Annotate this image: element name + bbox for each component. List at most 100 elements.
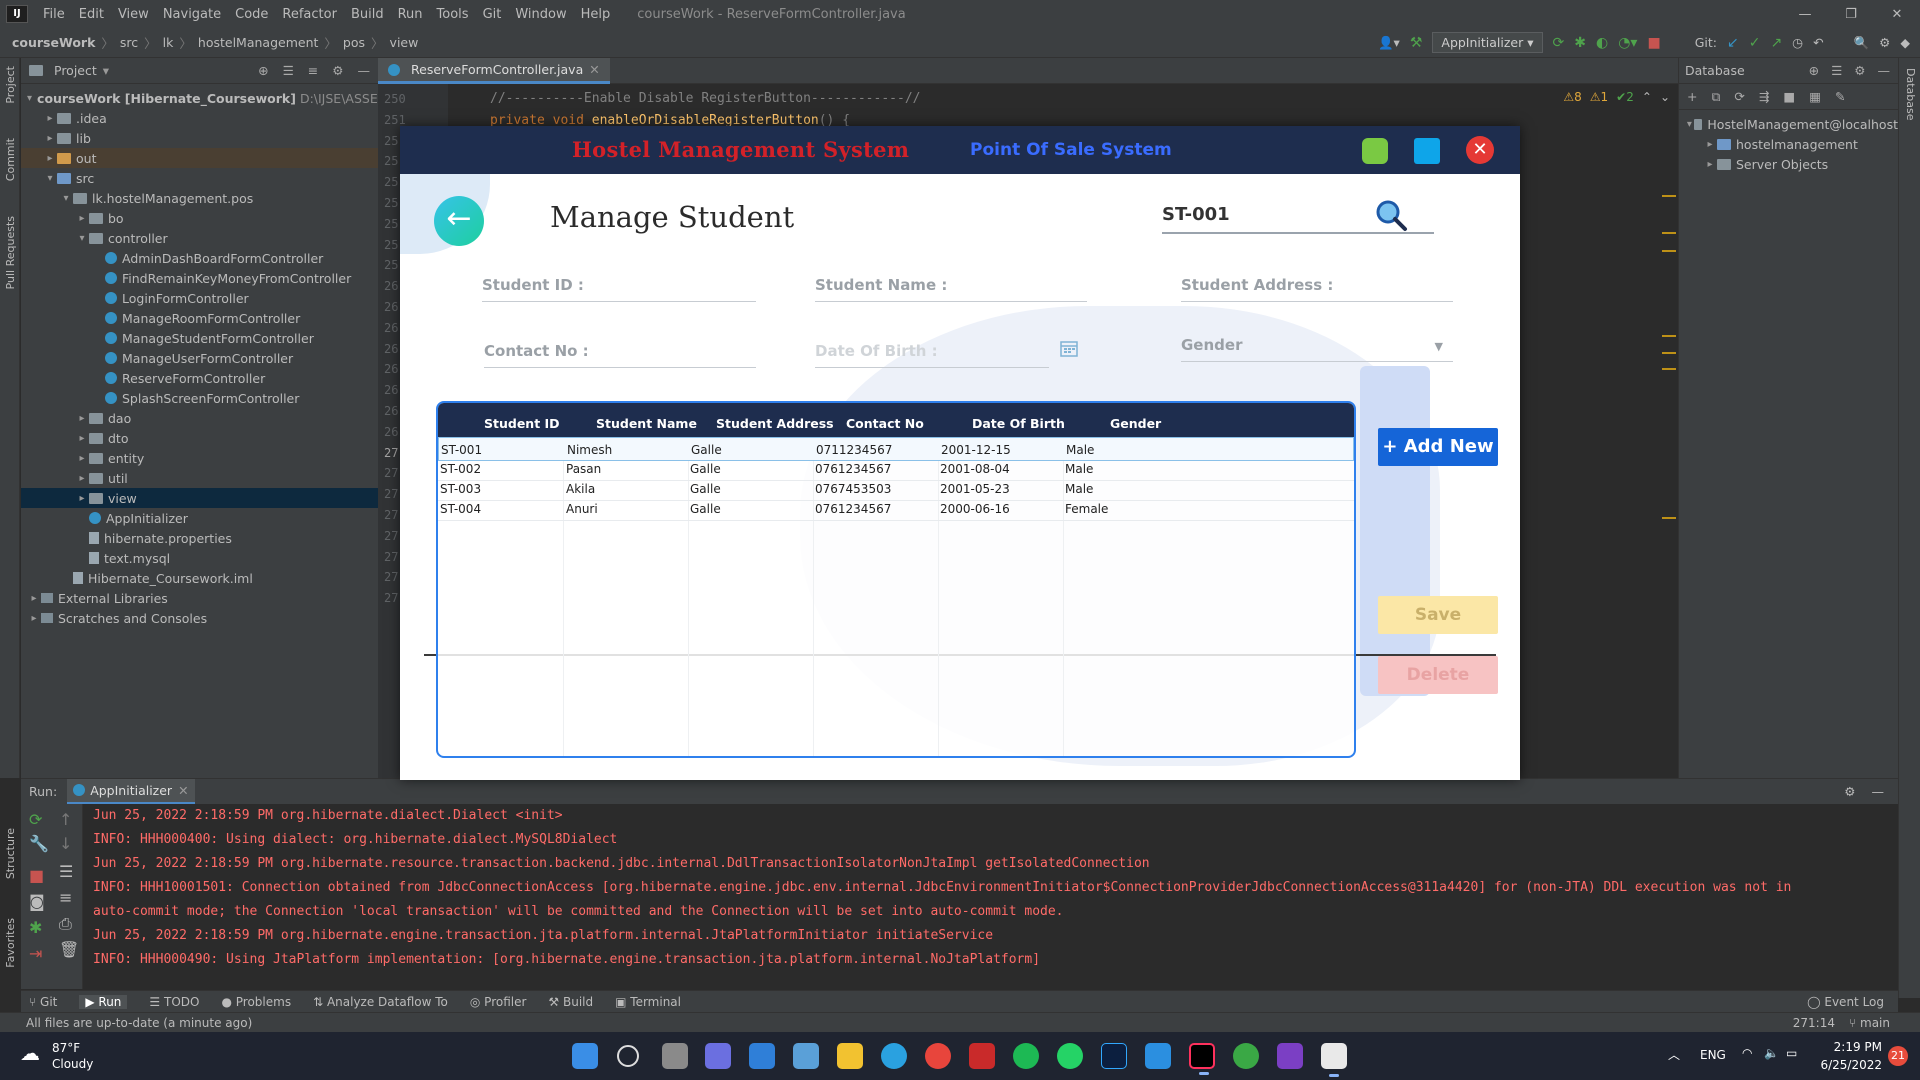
tree-item[interactable]: LoginFormController bbox=[21, 288, 378, 308]
stripe-commit-tab[interactable]: Commit bbox=[4, 138, 17, 181]
menu-refactor[interactable]: Refactor bbox=[275, 7, 344, 22]
contact-no-field[interactable]: Contact No : bbox=[484, 336, 756, 368]
expand-arrow-icon[interactable]: ▾ bbox=[27, 93, 32, 104]
student-id-field[interactable]: Student ID : bbox=[482, 270, 756, 302]
db-edit-icon[interactable]: ✎ bbox=[1835, 89, 1845, 104]
tree-item[interactable]: ▸ Scratches and Consoles bbox=[21, 608, 378, 628]
git-history-icon[interactable]: ◷ bbox=[1792, 35, 1803, 50]
expand-arrow-icon[interactable]: ▸ bbox=[43, 133, 57, 144]
tree-item[interactable]: ManageRoomFormController bbox=[21, 308, 378, 328]
stop-run-icon[interactable]: ■ bbox=[29, 866, 44, 885]
column-header[interactable]: Date Of Birth bbox=[972, 416, 1065, 431]
date-of-birth-field[interactable]: Date Of Birth : bbox=[815, 336, 1049, 368]
scroll-down-icon[interactable]: ↓ bbox=[59, 834, 72, 853]
scroll-up-icon[interactable]: ↑ bbox=[59, 810, 72, 829]
photos-icon[interactable] bbox=[793, 1043, 819, 1069]
table-row[interactable]: ST-004 Anuri Galle 0761234567 2000-06-16 Fema… bbox=[438, 497, 1354, 521]
user-icon[interactable]: 👤▾ bbox=[1378, 35, 1400, 51]
hide-panel-icon[interactable]: — bbox=[358, 63, 371, 78]
console-output[interactable]: Jun 25, 2022 2:18:59 PM org.hibernate.di… bbox=[83, 804, 1898, 989]
close-icon[interactable]: ✕ bbox=[1874, 7, 1920, 22]
tree-item[interactable]: ManageUserFormController bbox=[21, 348, 378, 368]
print-icon[interactable]: ⎙ bbox=[59, 914, 72, 934]
tool-tab-problems[interactable]: ● Problems bbox=[221, 995, 291, 1009]
build-hammer-icon[interactable]: ⚒ bbox=[1410, 35, 1423, 51]
column-header[interactable]: Contact No bbox=[846, 416, 924, 431]
expand-arrow-icon[interactable]: ▸ bbox=[1703, 159, 1717, 170]
tree-item[interactable]: FindRemainKeyMoneyFromController bbox=[21, 268, 378, 288]
expand-arrow-icon[interactable]: ▸ bbox=[43, 153, 57, 164]
scene-builder-icon[interactable] bbox=[1233, 1043, 1259, 1069]
tool-tab-build[interactable]: ⚒ Build bbox=[548, 995, 593, 1009]
tree-item[interactable]: ▸ dto bbox=[21, 428, 378, 448]
add-new-button[interactable]: + Add New bbox=[1378, 428, 1498, 466]
edge-icon[interactable] bbox=[881, 1043, 907, 1069]
photoshop-icon[interactable] bbox=[1101, 1043, 1127, 1069]
git-branch[interactable]: ⑂ main bbox=[1849, 1016, 1890, 1030]
debug-icon[interactable]: ✱ bbox=[1574, 35, 1586, 51]
menu-view[interactable]: View bbox=[111, 7, 156, 22]
next-highlight-icon[interactable]: ⌄ bbox=[1660, 90, 1670, 104]
wrench-icon[interactable]: 🔧 bbox=[29, 834, 49, 853]
run-tab-close-icon[interactable]: ✕ bbox=[178, 783, 188, 798]
tool-tab-run[interactable]: ▶ Run bbox=[79, 994, 128, 1009]
project-panel-title[interactable]: Project bbox=[54, 63, 97, 78]
menu-run[interactable]: Run bbox=[391, 7, 430, 22]
start-icon[interactable] bbox=[572, 1043, 598, 1069]
java-app-icon[interactable] bbox=[1321, 1043, 1347, 1077]
expand-arrow-icon[interactable]: ▸ bbox=[75, 433, 89, 444]
db-refresh-icon[interactable]: ⟳ bbox=[1734, 89, 1744, 104]
minimize-button[interactable] bbox=[1362, 138, 1388, 164]
exit-icon[interactable]: ⇥ bbox=[29, 944, 42, 963]
gender-combobox[interactable]: Gender ▼ bbox=[1181, 330, 1453, 362]
coverage-icon[interactable]: ◐ bbox=[1596, 35, 1608, 51]
menu-edit[interactable]: Edit bbox=[72, 7, 111, 22]
db-copy-icon[interactable]: ⧉ bbox=[1711, 89, 1720, 105]
column-header[interactable]: Student Address bbox=[716, 416, 834, 431]
task-view-icon[interactable] bbox=[662, 1043, 688, 1069]
tree-item[interactable]: ▸ out bbox=[21, 148, 378, 168]
spotify-icon[interactable] bbox=[1013, 1043, 1039, 1069]
menu-navigate[interactable]: Navigate bbox=[156, 7, 228, 22]
profile-icon[interactable]: ◔▾ bbox=[1618, 35, 1637, 51]
menu-build[interactable]: Build bbox=[344, 7, 391, 22]
run-hide-icon[interactable]: — bbox=[1872, 784, 1885, 799]
menu-window[interactable]: Window bbox=[508, 7, 573, 22]
git-rollback-icon[interactable]: ↶ bbox=[1813, 35, 1823, 50]
scroll-end-icon[interactable]: ≡ bbox=[59, 888, 72, 907]
tree-item[interactable]: ReserveFormController bbox=[21, 368, 378, 388]
debug-bug-icon[interactable]: ✱ bbox=[29, 918, 42, 937]
run-tab-appinitializer[interactable]: AppInitializer ✕ bbox=[67, 778, 195, 805]
column-header[interactable]: Student Name bbox=[596, 416, 697, 431]
back-arrow-button[interactable]: ← bbox=[434, 196, 484, 246]
git-push-icon[interactable]: ↗ bbox=[1770, 35, 1782, 51]
expand-arrow-icon[interactable]: ▸ bbox=[1703, 139, 1717, 150]
weather-condition[interactable]: Cloudy bbox=[52, 1057, 93, 1071]
tree-item[interactable]: ▾ lk.hostelManagement.pos bbox=[21, 188, 378, 208]
search-taskbar-icon[interactable] bbox=[617, 1045, 639, 1067]
git-commit-icon[interactable]: ✓ bbox=[1749, 35, 1761, 51]
expand-arrow-icon[interactable]: ▾ bbox=[59, 193, 73, 204]
tray-chevron-icon[interactable]: ︿ bbox=[1668, 1046, 1680, 1063]
db-settings-icon[interactable]: ⚙ bbox=[1854, 63, 1865, 78]
menu-git[interactable]: Git bbox=[476, 7, 509, 22]
camera-icon[interactable]: ◙ bbox=[29, 892, 45, 911]
whatsapp-icon[interactable] bbox=[1057, 1043, 1083, 1069]
search-icon[interactable] bbox=[1374, 198, 1408, 232]
stripe-structure-tab[interactable]: Structure bbox=[4, 828, 17, 879]
db-stop-icon[interactable]: ■ bbox=[1783, 89, 1795, 104]
tree-item[interactable]: ▸ bo bbox=[21, 208, 378, 228]
db-expand-icon[interactable]: ☰ bbox=[1831, 63, 1842, 78]
run-icon[interactable]: ⟳ bbox=[1553, 35, 1565, 51]
tool-tab-git[interactable]: ⑂ Git bbox=[29, 995, 57, 1009]
git-update-icon[interactable]: ↙ bbox=[1727, 35, 1739, 51]
expand-all-icon[interactable]: ☰ bbox=[283, 63, 294, 78]
chrome-icon[interactable] bbox=[925, 1043, 951, 1069]
tree-item[interactable]: ▸ External Libraries bbox=[21, 588, 378, 608]
mail-icon[interactable] bbox=[749, 1043, 775, 1069]
stripe-project-tab[interactable]: Project bbox=[4, 66, 17, 104]
teams-chat-icon[interactable] bbox=[705, 1043, 731, 1069]
tab-close-icon[interactable]: ✕ bbox=[589, 62, 599, 77]
tool-tab-profiler[interactable]: ◎ Profiler bbox=[470, 995, 527, 1009]
tool-tab-terminal[interactable]: ▣ Terminal bbox=[615, 995, 681, 1009]
